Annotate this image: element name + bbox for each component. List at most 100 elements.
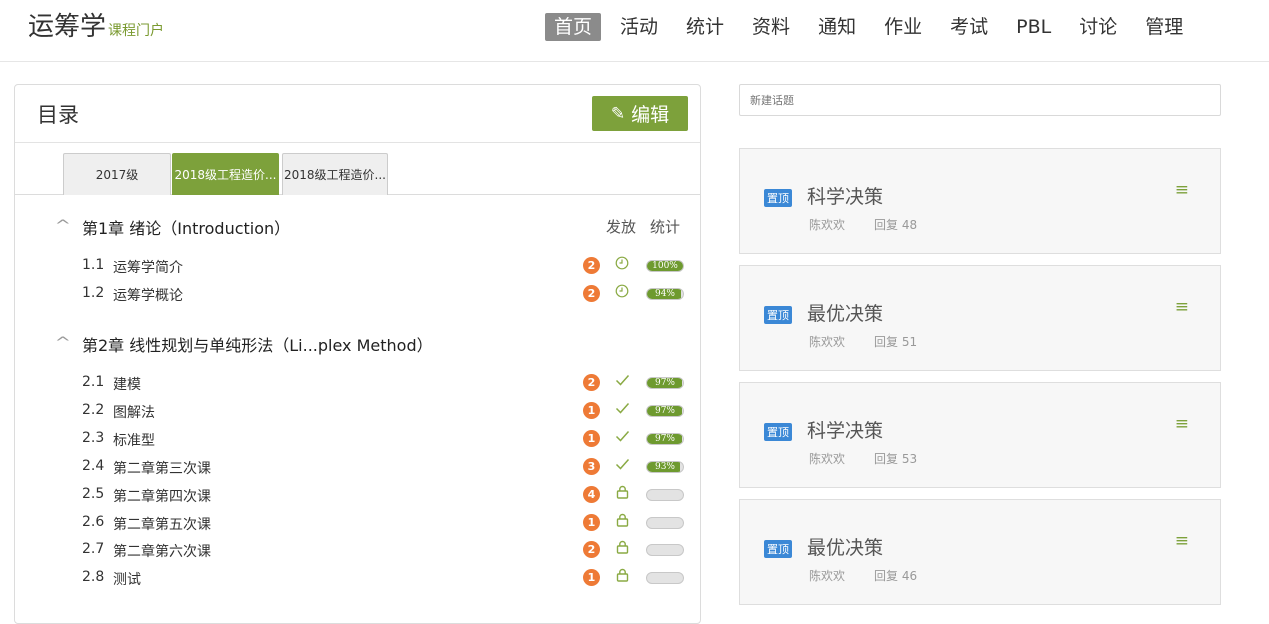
- topic-title[interactable]: 科学决策: [807, 416, 883, 443]
- lock-icon[interactable]: [614, 513, 630, 531]
- pinned-badge: 置顶: [764, 540, 792, 558]
- completion-progress[interactable]: 100%: [646, 260, 684, 272]
- lesson-number: 1.1: [82, 257, 105, 273]
- lesson-title[interactable]: 第二章第四次课: [113, 486, 211, 506]
- class-tab[interactable]: 2018级工程造价...: [172, 153, 279, 195]
- topic-title[interactable]: 最优决策: [807, 299, 883, 326]
- activity-count-badge[interactable]: 2: [583, 541, 600, 559]
- completion-progress[interactable]: 94%: [646, 287, 684, 300]
- lesson-title[interactable]: 运筹学简介: [113, 257, 183, 277]
- activity-count-badge[interactable]: 3: [583, 457, 600, 475]
- menu-icon[interactable]: ≡: [1175, 531, 1189, 551]
- topic-card[interactable]: 置顶 科学决策 陈欢欢 回复 48 ≡: [739, 148, 1221, 254]
- completion-progress[interactable]: 97%: [646, 432, 684, 445]
- edit-button-label: 编辑: [631, 104, 670, 126]
- clock-icon[interactable]: [614, 284, 630, 302]
- activity-count-badge[interactable]: 1: [583, 429, 600, 447]
- nav-item[interactable]: 首页: [545, 13, 602, 41]
- activity-count-badge[interactable]: 4: [583, 485, 600, 503]
- progress-label: 97%: [654, 405, 675, 416]
- nav-item[interactable]: PBL: [1007, 13, 1060, 41]
- lesson-row[interactable]: 2.5 第二章第四次课 4: [15, 484, 702, 506]
- lesson-row[interactable]: 1.1 运筹学简介 2 100%: [15, 255, 702, 277]
- activity-count-badge[interactable]: 2: [583, 284, 600, 302]
- lesson-title[interactable]: 第二章第六次课: [113, 541, 211, 561]
- menu-icon[interactable]: ≡: [1175, 297, 1189, 317]
- lesson-row[interactable]: 2.4 第二章第三次课 3 93%: [15, 456, 702, 478]
- lesson-row[interactable]: 2.6 第二章第五次课 1: [15, 512, 702, 534]
- chapter-row[interactable]: ^ 第2章 线性规划与单纯形法（Li...plex Method）: [15, 332, 702, 356]
- activity-count-badge[interactable]: 2: [583, 374, 600, 391]
- edit-button[interactable]: ✎ 编辑: [592, 96, 688, 131]
- lesson-title[interactable]: 标准型: [113, 430, 155, 450]
- topic-author: 陈欢欢: [809, 452, 846, 466]
- activity-count-badge[interactable]: 2: [583, 257, 600, 274]
- lesson-row[interactable]: 2.2 图解法 1 97%: [15, 400, 702, 422]
- lock-icon[interactable]: [614, 540, 630, 558]
- activity-count-badge[interactable]: 1: [583, 401, 600, 419]
- completion-progress[interactable]: [646, 572, 684, 585]
- chapter-row[interactable]: ^ 第1章 绪论（Introduction） 发放 统计: [15, 215, 702, 239]
- check-icon[interactable]: [614, 373, 630, 391]
- main-nav: 首页 活动 统计 资料 通知 作业 考试 PBL 讨论 管理: [545, 13, 1202, 41]
- lesson-row[interactable]: 2.8 测试 1: [15, 567, 702, 589]
- nav-item[interactable]: 管理: [1136, 13, 1192, 41]
- nav-item[interactable]: 讨论: [1070, 13, 1126, 41]
- completion-progress[interactable]: 97%: [646, 404, 684, 417]
- completion-progress[interactable]: [646, 488, 684, 501]
- lesson-title[interactable]: 图解法: [113, 402, 155, 422]
- lock-icon[interactable]: [614, 485, 630, 503]
- replies-label: 回复: [874, 335, 899, 349]
- topic-card[interactable]: 置顶 最优决策 陈欢欢 回复 46 ≡: [739, 499, 1221, 605]
- nav-item[interactable]: 考试: [941, 13, 997, 41]
- activity-count-badge[interactable]: 1: [583, 513, 600, 531]
- lesson-title[interactable]: 建模: [113, 374, 141, 394]
- nav-item[interactable]: 作业: [875, 13, 931, 41]
- replies-count: 48: [901, 218, 918, 232]
- class-tab[interactable]: 2017级: [63, 153, 171, 195]
- topic-card[interactable]: 置顶 最优决策 陈欢欢 回复 51 ≡: [739, 265, 1221, 371]
- class-tab[interactable]: 2018级工程造价...: [282, 153, 388, 195]
- topic-replies: 回复 51: [874, 333, 917, 350]
- topic-replies: 回复 48: [874, 216, 917, 233]
- lesson-row[interactable]: 2.1 建模 2 97%: [15, 372, 702, 394]
- lesson-title[interactable]: 运筹学概论: [113, 285, 183, 305]
- chevron-up-icon[interactable]: ^: [55, 335, 71, 351]
- lock-icon[interactable]: [614, 568, 630, 586]
- lesson-number: 2.2: [82, 401, 105, 418]
- nav-item[interactable]: 通知: [809, 13, 865, 41]
- lesson-number: 2.5: [82, 485, 105, 502]
- menu-icon[interactable]: ≡: [1175, 414, 1189, 434]
- completion-progress[interactable]: 97%: [646, 377, 684, 389]
- chapter-title[interactable]: 第1章 绪论（Introduction）: [82, 215, 290, 239]
- completion-progress[interactable]: [646, 544, 684, 557]
- lesson-title[interactable]: 第二章第五次课: [113, 514, 211, 534]
- completion-progress[interactable]: [646, 516, 684, 529]
- check-icon[interactable]: [614, 429, 630, 447]
- check-icon[interactable]: [614, 401, 630, 419]
- nav-item[interactable]: 资料: [743, 13, 799, 41]
- progress-label: 94%: [654, 288, 675, 299]
- chapter-title[interactable]: 第2章 线性规划与单纯形法（Li...plex Method）: [82, 332, 433, 356]
- new-topic-input[interactable]: [739, 84, 1221, 116]
- brand-logo[interactable]: 运筹学 课程门户: [28, 12, 164, 46]
- lesson-number: 1.2: [82, 284, 105, 301]
- lesson-row[interactable]: 1.2 运筹学概论 2 94%: [15, 283, 702, 305]
- activity-count-badge[interactable]: 1: [583, 569, 600, 587]
- lesson-number: 2.1: [82, 374, 105, 390]
- completion-progress[interactable]: 93%: [646, 460, 684, 473]
- topic-title[interactable]: 最优决策: [807, 533, 883, 560]
- lesson-title[interactable]: 第二章第三次课: [113, 458, 211, 478]
- lesson-title[interactable]: 测试: [113, 569, 141, 589]
- topic-card[interactable]: 置顶 科学决策 陈欢欢 回复 53 ≡: [739, 382, 1221, 488]
- nav-item[interactable]: 统计: [677, 13, 733, 41]
- lesson-row[interactable]: 2.3 标准型 1 97%: [15, 428, 702, 450]
- clock-icon[interactable]: [614, 256, 630, 274]
- chevron-up-icon[interactable]: ^: [55, 218, 71, 234]
- check-icon[interactable]: [614, 457, 630, 475]
- topic-title[interactable]: 科学决策: [807, 182, 883, 209]
- replies-count: 53: [901, 452, 918, 466]
- menu-icon[interactable]: ≡: [1175, 180, 1189, 200]
- nav-item[interactable]: 活动: [611, 13, 667, 41]
- lesson-row[interactable]: 2.7 第二章第六次课 2: [15, 539, 702, 561]
